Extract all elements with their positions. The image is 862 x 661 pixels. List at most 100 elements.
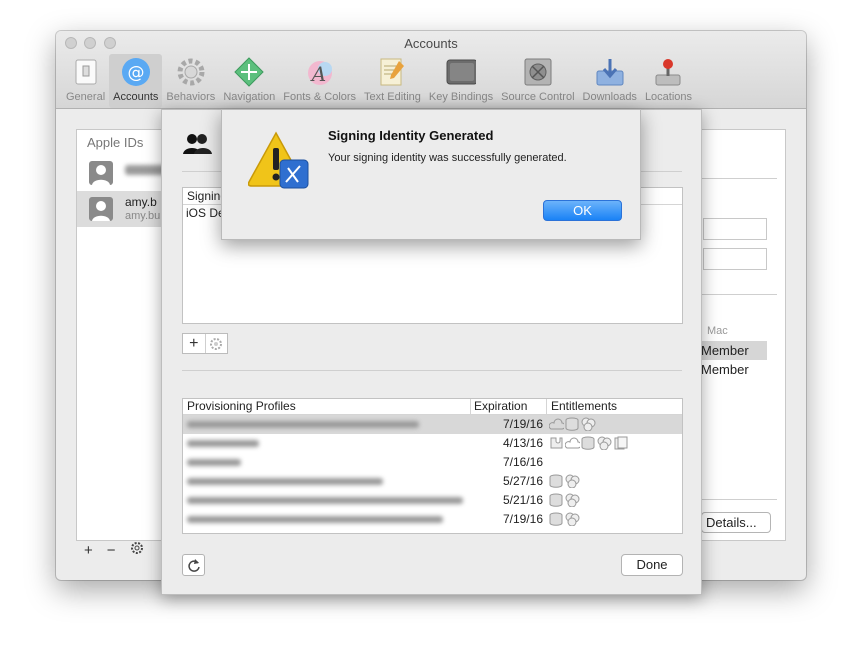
tab-label: Locations (644, 91, 693, 103)
game-center-icon (581, 417, 596, 431)
tab-fonts-colors[interactable]: A Fonts & Colors (279, 54, 360, 108)
provisioning-profiles-table: Provisioning Profiles Expiration Entitle… (182, 398, 683, 534)
cloud-icon (565, 437, 580, 449)
divider (697, 294, 777, 295)
tab-label: Downloads (582, 91, 637, 103)
password-field[interactable] (703, 248, 767, 270)
expiration-date: 7/19/16 (502, 512, 543, 526)
avatar (89, 161, 113, 185)
add-icon[interactable]: + (84, 542, 93, 559)
apple-id-field[interactable] (703, 218, 767, 240)
tab-general[interactable]: General (62, 54, 109, 108)
tab-label: Text Editing (364, 91, 421, 103)
ok-button[interactable]: OK (543, 200, 622, 221)
database-icon (549, 474, 563, 488)
expiration-date: 5/27/16 (502, 474, 543, 488)
cloud-icon (549, 418, 564, 430)
entitlement-icons (549, 474, 580, 488)
title-bar: Accounts General @ Accounts Behaviors Na… (56, 31, 806, 109)
divider (697, 178, 777, 179)
database-icon (581, 436, 595, 450)
svg-text:A: A (309, 62, 325, 86)
account-details-panel: Mac Member Member Details... (696, 129, 786, 541)
refresh-icon (187, 559, 200, 572)
entitlement-icons (549, 417, 596, 431)
svg-text:@: @ (127, 63, 144, 83)
redacted-profile-name (187, 497, 463, 504)
signing-controls: + (182, 333, 228, 354)
expiration-date: 7/19/16 (502, 417, 543, 431)
users-icon (182, 132, 212, 157)
tab-behaviors[interactable]: Behaviors (162, 54, 219, 108)
at-sign-icon: @ (121, 57, 151, 87)
navigation-icon (234, 57, 265, 87)
entitlement-icons (549, 436, 628, 450)
tab-locations[interactable]: Locations (641, 54, 696, 108)
redacted-profile-name (187, 421, 419, 428)
source-control-icon (523, 57, 553, 87)
tab-label: Behaviors (166, 91, 216, 103)
refresh-button[interactable] (182, 554, 205, 576)
expiration-date: 4/13/16 (502, 436, 543, 450)
preferences-toolbar: General @ Accounts Behaviors Navigation (62, 54, 696, 108)
redacted-profile-name (187, 516, 443, 523)
account-email: amy.bu (125, 210, 161, 222)
passbook-icon (614, 436, 628, 450)
entitlement-icons (549, 512, 580, 526)
column-header[interactable]: Entitlements (547, 399, 682, 414)
alert-title: Signing Identity Generated (328, 128, 494, 143)
table-row[interactable]: 7/16/16 (183, 453, 682, 472)
database-icon (549, 493, 563, 507)
game-center-icon (565, 474, 580, 488)
downloads-icon (595, 57, 625, 87)
puzzle-icon (550, 437, 563, 449)
team-role[interactable]: Member (697, 360, 767, 379)
table-header: Provisioning Profiles Expiration Entitle… (183, 399, 682, 415)
database-icon (565, 417, 579, 431)
game-center-icon (565, 493, 580, 507)
alert-message: Your signing identity was successfully g… (328, 152, 567, 164)
warning-icon (247, 130, 310, 190)
redacted-profile-name (187, 440, 259, 447)
gear-icon (176, 57, 206, 87)
database-icon (549, 512, 563, 526)
tab-key-bindings[interactable]: Key Bindings (425, 54, 497, 108)
table-row[interactable]: 5/27/16 (183, 472, 682, 491)
remove-icon[interactable]: − (107, 542, 116, 559)
tab-text-editing[interactable]: Text Editing (360, 54, 425, 108)
gear-icon[interactable] (204, 334, 228, 353)
tab-label: Fonts & Colors (283, 91, 357, 103)
view-details-button[interactable]: Details... (701, 512, 771, 533)
tab-label: Key Bindings (428, 91, 494, 103)
done-button[interactable]: Done (621, 554, 683, 576)
tab-accounts[interactable]: @ Accounts (109, 54, 163, 108)
expiration-date: 7/16/16 (502, 455, 543, 469)
gear-icon[interactable] (130, 541, 144, 559)
table-row[interactable]: 4/13/16 (183, 434, 682, 453)
entitlement-icons (549, 493, 580, 507)
tab-label: Accounts (113, 91, 159, 103)
tab-label: Navigation (223, 91, 276, 103)
tab-label: Source Control (501, 91, 575, 103)
tab-source-control[interactable]: Source Control (497, 54, 578, 108)
expiration-date: 5/21/16 (502, 493, 543, 507)
keyboard-icon (446, 57, 477, 87)
game-center-icon (565, 512, 580, 526)
tab-label: General (66, 91, 106, 103)
divider (697, 499, 777, 500)
account-name: amy.b (125, 195, 157, 209)
column-header[interactable]: Provisioning Profiles (183, 399, 471, 414)
list-controls: + − (84, 541, 144, 559)
divider (182, 370, 682, 371)
signing-identity-alert: Signing Identity Generated Your signing … (221, 109, 641, 240)
table-row[interactable]: 5/21/16 (183, 491, 682, 510)
tab-navigation[interactable]: Navigation (219, 54, 279, 108)
team-role[interactable]: Member (697, 341, 767, 360)
column-header[interactable]: Expiration (471, 399, 547, 414)
game-center-icon (597, 436, 612, 450)
tab-downloads[interactable]: Downloads (579, 54, 641, 108)
redacted-profile-name (187, 459, 241, 466)
add-icon[interactable]: + (183, 334, 205, 353)
table-row[interactable]: 7/19/16 (183, 415, 682, 434)
table-row[interactable]: 7/19/16 (183, 510, 682, 529)
